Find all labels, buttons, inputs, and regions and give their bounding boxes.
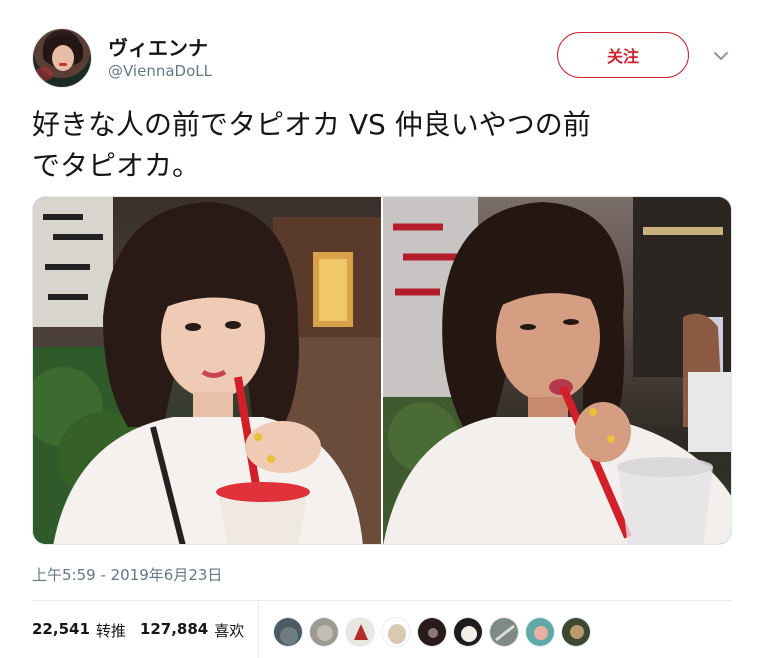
liker-avatar[interactable]: [381, 617, 411, 647]
avatar-lips: [59, 63, 67, 66]
liker-avatar[interactable]: [489, 617, 519, 647]
liker-avatar[interactable]: [417, 617, 447, 647]
liker-avatar[interactable]: [561, 617, 591, 647]
liker-avatar[interactable]: [273, 617, 303, 647]
photo-left[interactable]: [33, 197, 381, 544]
retweets-count: 22,541: [32, 620, 90, 638]
likes-stat[interactable]: 127,884 喜欢: [140, 620, 244, 641]
retweets-stat[interactable]: 22,541 转推: [32, 620, 126, 641]
follow-button[interactable]: 关注: [557, 32, 689, 78]
divider: [32, 600, 732, 601]
avatar-glow: [35, 67, 53, 81]
author-handle[interactable]: @ViennaDoLL: [108, 62, 212, 80]
photo-right[interactable]: [383, 197, 731, 544]
tweet-media: [32, 196, 732, 545]
likes-count: 127,884: [139, 620, 209, 638]
tweet-stats: 22,541 转推 127,884 喜欢: [32, 620, 244, 641]
author-avatar[interactable]: [32, 28, 92, 88]
author-display-name[interactable]: ヴィエンナ: [108, 32, 208, 61]
photo-left-illustration: [33, 197, 381, 544]
likes-label: 喜欢: [214, 622, 245, 640]
liker-avatar[interactable]: [453, 617, 483, 647]
liker-avatar[interactable]: [309, 617, 339, 647]
chevron-down-icon[interactable]: [711, 48, 731, 64]
liker-avatar[interactable]: [525, 617, 555, 647]
retweets-label: 转推: [95, 622, 126, 640]
photo-right-illustration: [383, 197, 731, 544]
avatar-face: [52, 45, 74, 71]
stats-divider: [258, 602, 259, 658]
tweet-text: 好きな人の前でタピオカ VS 仲良いやつの前 でタピオカ。: [32, 104, 732, 186]
liker-avatar[interactable]: [345, 617, 375, 647]
tweet-header: ヴィエンナ @ViennaDoLL 关注: [0, 0, 764, 96]
tweet-timestamp[interactable]: 上午5:59 - 2019年6月23日: [32, 564, 222, 585]
liker-avatars: [273, 617, 591, 647]
tweet-text-line: 好きな人の前でタピオカ VS 仲良いやつの前: [32, 108, 591, 141]
follow-button-label: 关注: [606, 47, 639, 66]
tweet-text-line: でタピオカ。: [32, 149, 201, 182]
